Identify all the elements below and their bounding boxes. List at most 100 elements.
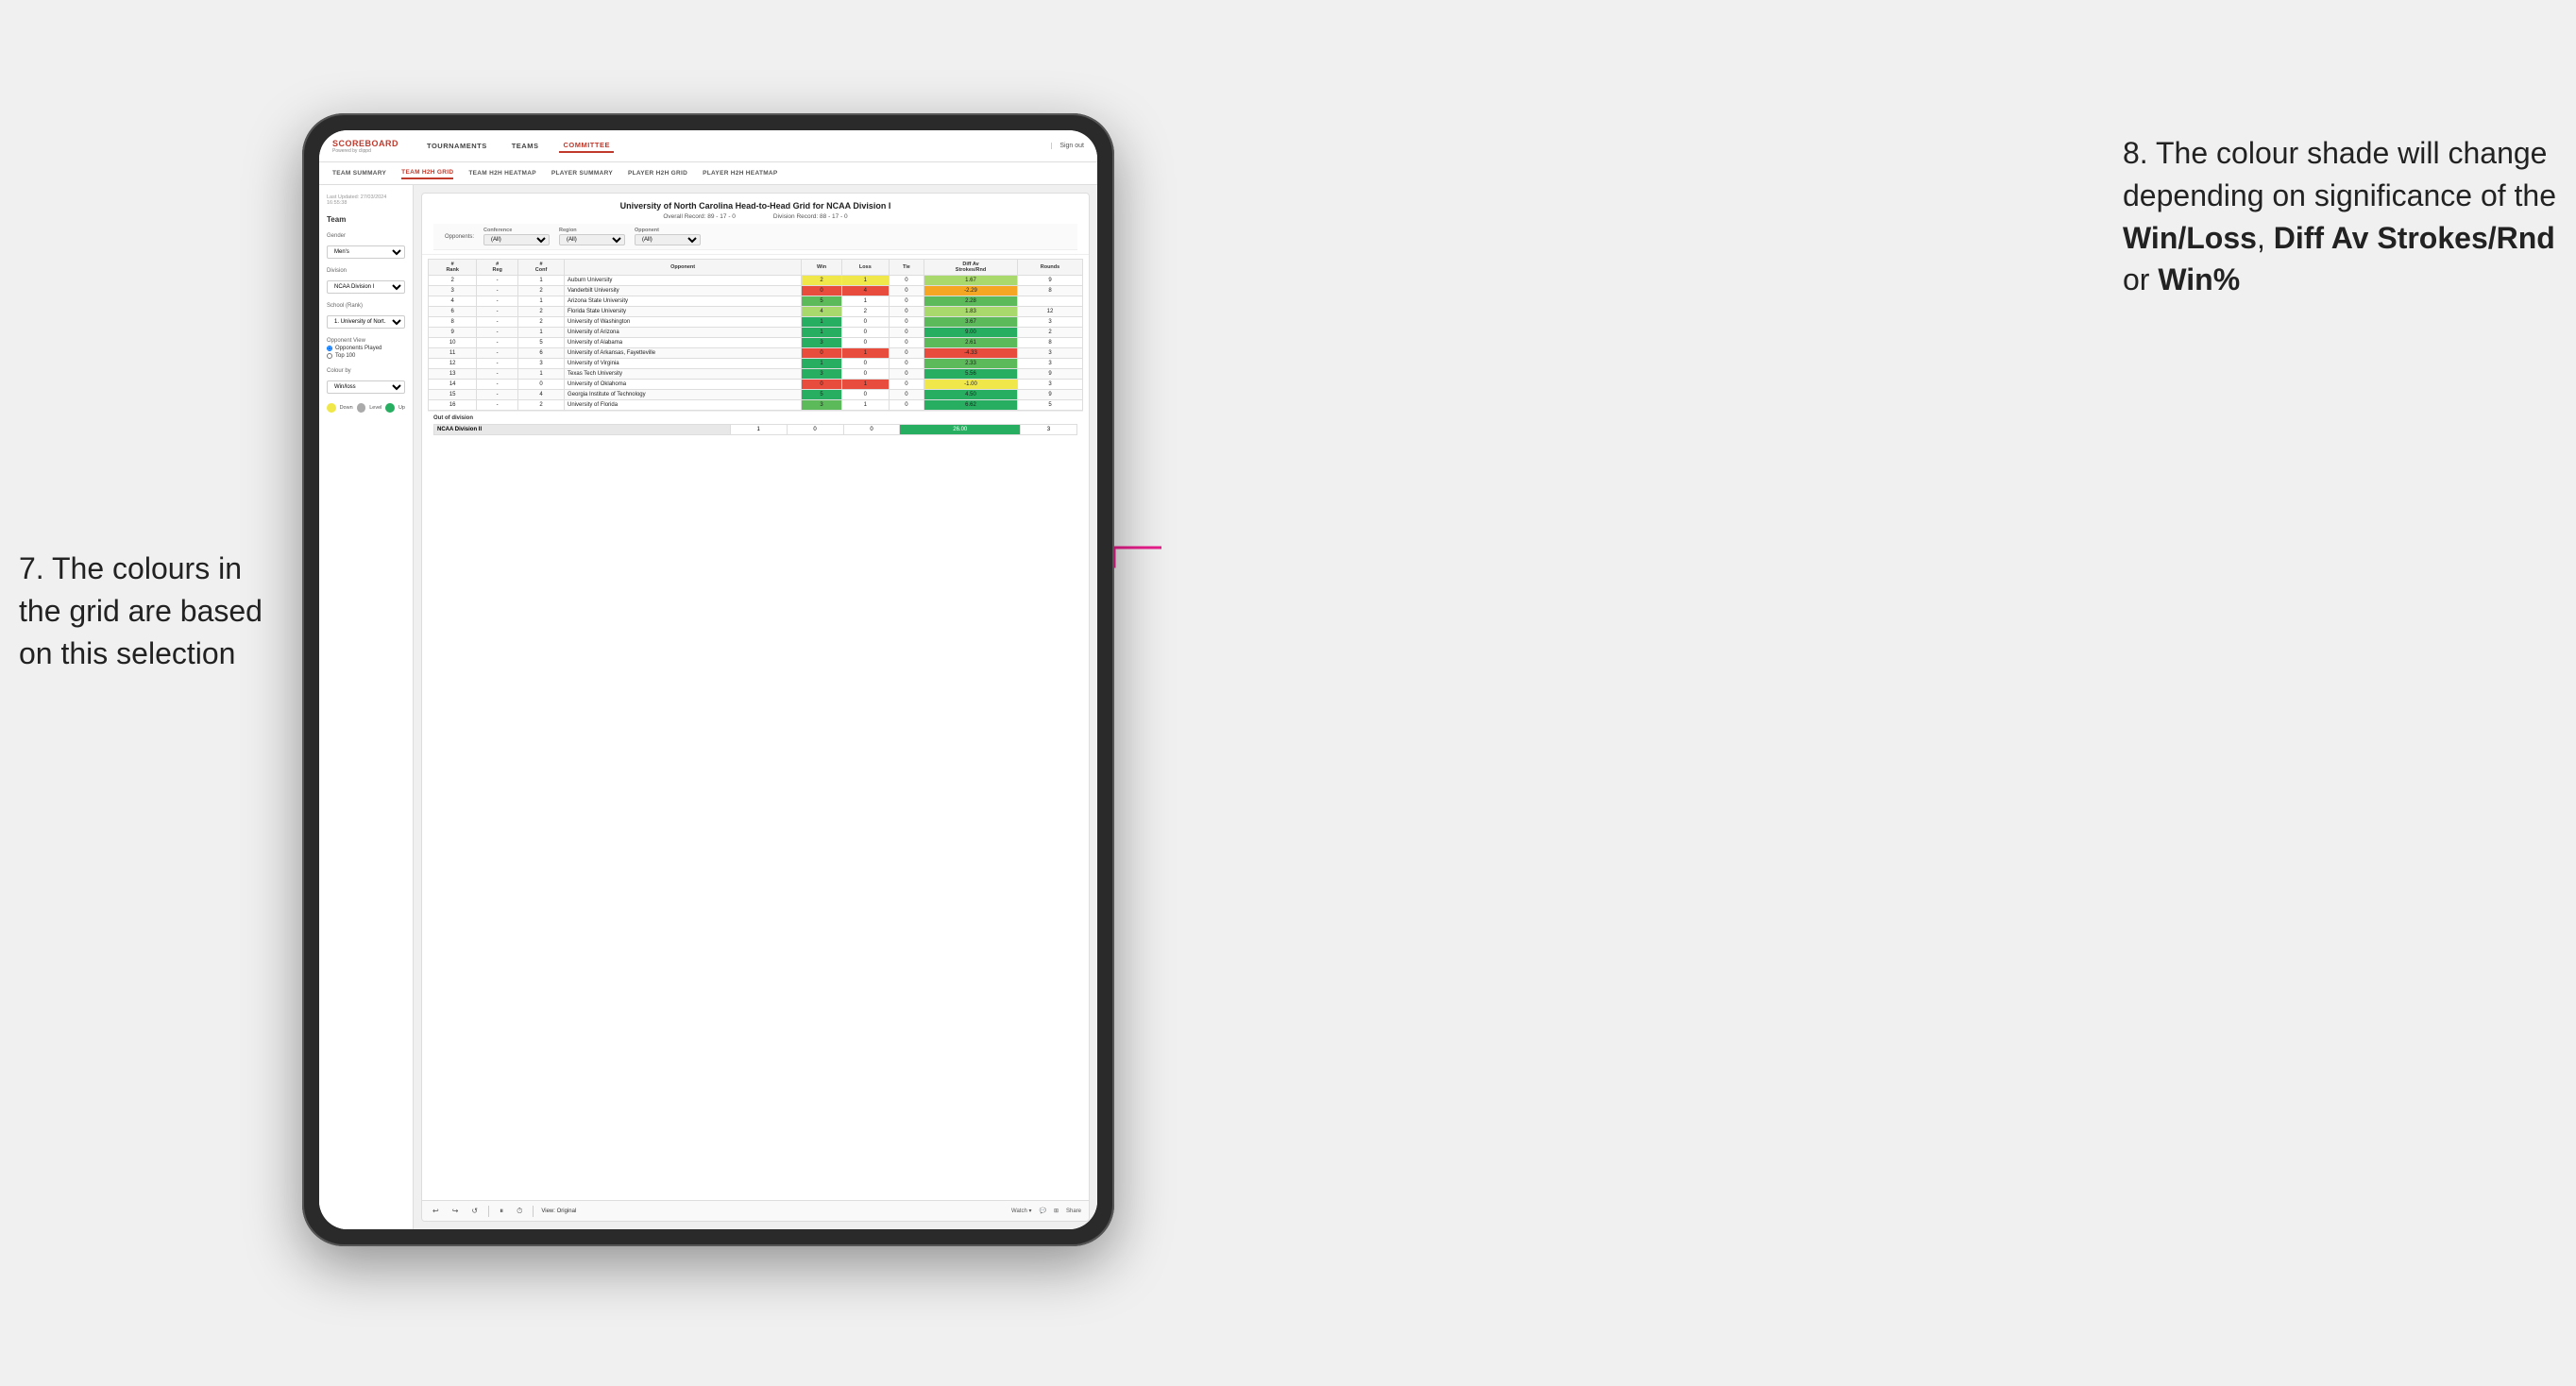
table-row: 10 - 5 University of Alabama 3 0 0 2.61 … (429, 338, 1083, 348)
sidebar-division-section: Division NCAA Division I (327, 268, 405, 294)
nav-teams[interactable]: TEAMS (508, 140, 543, 152)
cell-conf: 3 (518, 359, 565, 369)
cell-rank: 16 (429, 400, 477, 411)
toolbar-reset[interactable]: ↺ (468, 1206, 481, 1216)
annotation-right-bold3: Win% (2158, 262, 2240, 296)
annotation-right-text1: 8. The colour shade will change dependin… (2123, 136, 2556, 212)
subnav-player-h2h-grid[interactable]: PLAYER H2H GRID (628, 168, 687, 178)
cell-reg: - (477, 348, 518, 359)
cell-reg: - (477, 380, 518, 390)
nav-committee[interactable]: COMMITTEE (559, 139, 614, 153)
opponents-played-label: Opponents Played (335, 346, 381, 351)
nav-bar: SCOREBOARD Powered by clippd TOURNAMENTS… (319, 130, 1097, 162)
opponents-played-input[interactable] (327, 346, 332, 351)
conference-filter: Conference (All) (483, 228, 550, 245)
region-filter: Region (All) (559, 228, 625, 245)
division-label: Division (327, 268, 405, 274)
subnav-player-h2h-heatmap[interactable]: PLAYER H2H HEATMAP (703, 168, 777, 178)
col-rank: #Rank (429, 260, 477, 276)
cell-rounds: 5 (1017, 400, 1082, 411)
opponent-filter-select[interactable]: (All) (635, 234, 701, 245)
cell-tie: 0 (889, 286, 924, 296)
col-tie: Tie (889, 260, 924, 276)
cell-rounds: 9 (1017, 390, 1082, 400)
sidebar: Last Updated: 27/03/2024 16:55:38 Team G… (319, 185, 414, 1229)
subnav-team-h2h-heatmap[interactable]: TEAM H2H HEATMAP (468, 168, 536, 178)
cell-loss: 1 (841, 296, 889, 307)
table-row: 13 - 1 Texas Tech University 3 0 0 5.56 … (429, 369, 1083, 380)
nav-tournaments[interactable]: TOURNAMENTS (423, 140, 491, 152)
cell-diff: 2.61 (924, 338, 1018, 348)
division-select[interactable]: NCAA Division I (327, 280, 405, 294)
cell-opponent: Vanderbilt University (565, 286, 802, 296)
cell-rounds: 8 (1017, 286, 1082, 296)
toolbar-undo[interactable]: ↩ (430, 1206, 442, 1216)
toolbar-share[interactable]: Share (1066, 1209, 1081, 1214)
cell-tie: 0 (889, 296, 924, 307)
color-legend: Down Level Up (327, 403, 405, 413)
opponents-played-radio[interactable]: Opponents Played (327, 346, 405, 351)
cell-diff: 5.56 (924, 369, 1018, 380)
top100-label: Top 100 (335, 353, 355, 359)
cell-reg: - (477, 400, 518, 411)
cell-conf: 2 (518, 307, 565, 317)
cell-diff: 4.50 (924, 390, 1018, 400)
cell-reg: - (477, 390, 518, 400)
down-label: Down (340, 405, 353, 411)
toolbar-comment[interactable]: 💬 (1039, 1208, 1045, 1214)
out-of-division-section: Out of division NCAA Division II 1 0 0 2… (428, 411, 1083, 439)
subnav-player-summary[interactable]: PLAYER SUMMARY (551, 168, 613, 178)
cell-tie: 0 (889, 328, 924, 338)
cell-rank: 11 (429, 348, 477, 359)
subnav-team-h2h-grid[interactable]: TEAM H2H GRID (401, 167, 453, 179)
cell-opponent: University of Alabama (565, 338, 802, 348)
toolbar-redo[interactable]: ↪ (449, 1206, 462, 1216)
division-record: Division Record: 88 - 17 - 0 (773, 213, 848, 220)
toolbar-watch[interactable]: Watch ▾ (1011, 1208, 1031, 1214)
col-rounds: Rounds (1017, 260, 1082, 276)
toolbar-pause[interactable]: ⏸ (497, 1206, 506, 1217)
cell-opponent: Arizona State University (565, 296, 802, 307)
grid-wrapper: #Rank #Reg #Conf Opponent Win Loss Tie D… (422, 255, 1089, 1200)
report-records: Overall Record: 89 - 17 - 0 Division Rec… (433, 213, 1077, 220)
school-select[interactable]: 1. University of Nort... (327, 315, 405, 329)
cell-opponent: Texas Tech University (565, 369, 802, 380)
cell-diff: 2.33 (924, 359, 1018, 369)
table-row: 9 - 1 University of Arizona 1 0 0 9.00 2 (429, 328, 1083, 338)
conference-filter-label: Conference (483, 228, 550, 233)
ood-tie: 0 (843, 425, 900, 435)
cell-rounds: 3 (1017, 348, 1082, 359)
ood-diff: 26.00 (900, 425, 1021, 435)
cell-rounds: 2 (1017, 328, 1082, 338)
cell-loss: 4 (841, 286, 889, 296)
subnav-team-summary[interactable]: TEAM SUMMARY (332, 168, 386, 178)
cell-opponent: University of Oklahoma (565, 380, 802, 390)
ood-win: 1 (730, 425, 787, 435)
cell-diff: 3.67 (924, 317, 1018, 328)
cell-conf: 1 (518, 296, 565, 307)
tableau-area: University of North Carolina Head-to-Hea… (414, 185, 1097, 1229)
cell-win: 0 (802, 348, 842, 359)
toolbar-clock[interactable]: ⏱ (514, 1206, 525, 1217)
cell-reg: - (477, 286, 518, 296)
sign-out-link[interactable]: Sign out (1051, 143, 1084, 149)
table-row: 4 - 1 Arizona State University 5 1 0 2.2… (429, 296, 1083, 307)
region-filter-select[interactable]: (All) (559, 234, 625, 245)
toolbar-grid-icon[interactable]: ⊞ (1054, 1208, 1059, 1214)
top100-input[interactable] (327, 353, 332, 359)
cell-conf: 2 (518, 286, 565, 296)
cell-loss: 2 (841, 307, 889, 317)
colour-by-select[interactable]: Win/loss (327, 380, 405, 394)
report-title: University of North Carolina Head-to-Hea… (433, 201, 1077, 211)
cell-loss: 1 (841, 400, 889, 411)
annotation-right-text2: , (2257, 221, 2274, 255)
colour-by-label: Colour by (327, 368, 405, 374)
tablet-screen: SCOREBOARD Powered by clippd TOURNAMENTS… (319, 130, 1097, 1229)
sidebar-colour-section: Colour by Win/loss (327, 368, 405, 394)
gender-select[interactable]: Men's (327, 245, 405, 259)
top100-radio[interactable]: Top 100 (327, 353, 405, 359)
conference-filter-select[interactable]: (All) (483, 234, 550, 245)
ood-rounds: 3 (1021, 425, 1077, 435)
toolbar-right: Watch ▾ 💬 ⊞ Share (1011, 1208, 1081, 1214)
toolbar-view-label: View: Original (541, 1209, 576, 1214)
